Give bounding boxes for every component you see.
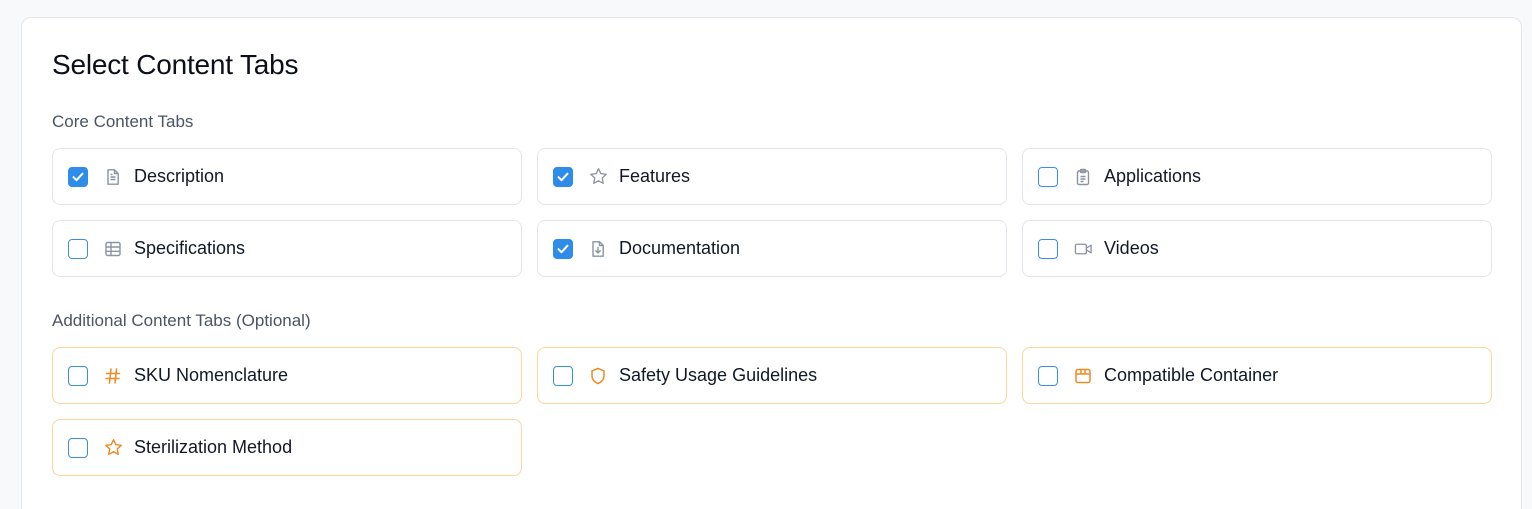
checkbox-videos[interactable] [1038, 238, 1058, 259]
shield-icon [588, 366, 608, 386]
option-label: Features [619, 166, 691, 186]
star-icon [103, 438, 123, 458]
option-label: Safety Usage Guidelines [619, 365, 818, 385]
option-label: Videos [1104, 238, 1159, 258]
checkbox-specifications[interactable] [68, 238, 88, 259]
content-tabs-card: Select Content Tabs Core Content Tabs De… [21, 17, 1522, 509]
option-applications[interactable]: Applications [1022, 148, 1492, 205]
option-sku-nomenclature[interactable]: SKU Nomenclature [52, 347, 522, 404]
option-documentation[interactable]: Documentation [537, 220, 1007, 277]
additional-tabs-grid: SKU Nomenclature Safety Usage Guidelines… [52, 347, 1492, 476]
option-label: Compatible Container [1104, 365, 1279, 385]
document-icon [103, 167, 123, 187]
hash-icon [103, 366, 123, 386]
checkbox-features[interactable] [553, 166, 573, 187]
option-description[interactable]: Description [52, 148, 522, 205]
option-label: Description [134, 166, 225, 186]
checkbox-compatible-container[interactable] [1038, 365, 1058, 386]
additional-section-heading: Additional Content Tabs (Optional) [52, 311, 311, 330]
video-icon [1073, 239, 1093, 259]
core-section-heading: Core Content Tabs [52, 112, 194, 131]
option-videos[interactable]: Videos [1022, 220, 1492, 277]
option-label: Sterilization Method [134, 437, 293, 457]
option-specifications[interactable]: Specifications [52, 220, 522, 277]
option-label: SKU Nomenclature [134, 365, 289, 385]
option-features[interactable]: Features [537, 148, 1007, 205]
option-safety-usage-guidelines[interactable]: Safety Usage Guidelines [537, 347, 1007, 404]
page-title: Select Content Tabs [52, 49, 299, 80]
file-download-icon [588, 239, 608, 259]
checkbox-documentation[interactable] [553, 238, 573, 259]
option-sterilization-method[interactable]: Sterilization Method [52, 419, 522, 476]
checkbox-sku-nomenclature[interactable] [68, 365, 88, 386]
package-icon [1073, 366, 1093, 386]
core-tabs-grid: Description Features Applications Specif… [52, 148, 1492, 277]
checkbox-applications[interactable] [1038, 166, 1058, 187]
option-compatible-container[interactable]: Compatible Container [1022, 347, 1492, 404]
option-label: Documentation [619, 238, 741, 258]
star-icon [588, 167, 608, 187]
table-icon [103, 239, 123, 259]
option-label: Specifications [134, 238, 246, 258]
checkbox-safety-usage-guidelines[interactable] [553, 365, 573, 386]
option-label: Applications [1104, 166, 1202, 186]
checkbox-description[interactable] [68, 166, 88, 187]
checkbox-sterilization-method[interactable] [68, 437, 88, 458]
clipboard-icon [1073, 167, 1093, 187]
